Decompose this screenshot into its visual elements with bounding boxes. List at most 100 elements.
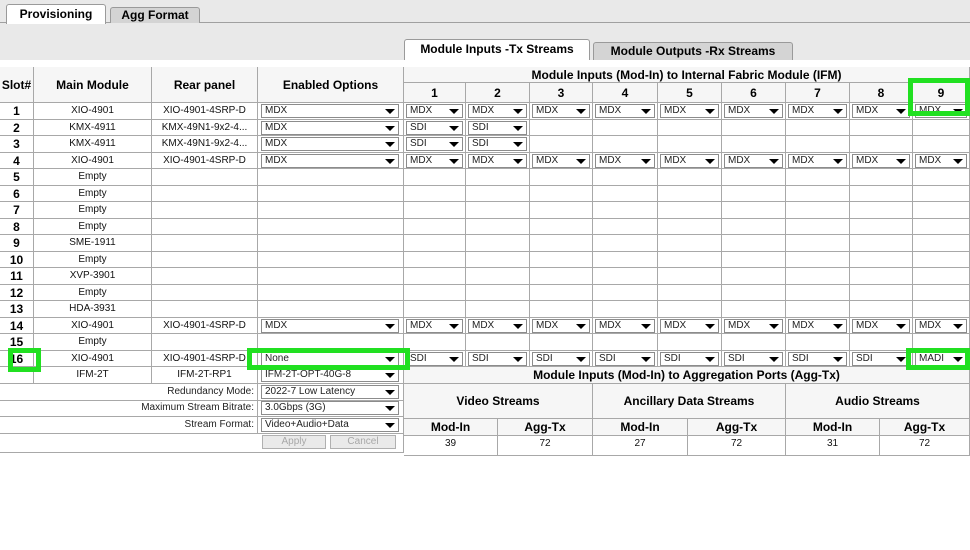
ifm-input-dropdown[interactable]: MDX <box>660 319 719 333</box>
ifm-input-dropdown[interactable]: MDX <box>915 319 967 333</box>
ifm-input-cell <box>722 334 786 351</box>
enabled-options-dropdown[interactable]: None <box>261 352 399 366</box>
ifm-input-dropdown[interactable]: MDX <box>852 319 910 333</box>
chevron-down-icon <box>385 159 395 164</box>
tab-module-outputs[interactable]: Module Outputs -Rx Streams <box>593 42 793 60</box>
ifm-input-dropdown-value: MDX <box>536 155 559 166</box>
ifm-input-dropdown[interactable]: MDX <box>660 154 719 168</box>
ifm-input-dropdown[interactable]: SDI <box>595 352 655 366</box>
ifm-input-dropdown[interactable]: MDX <box>532 319 590 333</box>
tab-agg-format[interactable]: Agg Format <box>110 7 200 23</box>
ifm-input-dropdown[interactable]: MDX <box>595 319 655 333</box>
ifm-input-dropdown[interactable]: SDI <box>406 137 463 151</box>
ifm-input-dropdown[interactable]: MDX <box>915 104 967 118</box>
agg-title: Module Inputs (Mod-In) to Aggregation Po… <box>404 367 970 384</box>
apply-button[interactable]: Apply <box>262 435 326 449</box>
slot-number: 5 <box>0 169 34 186</box>
agg-tx-value: 72 <box>688 436 786 456</box>
ifm-input-cell <box>786 334 850 351</box>
ifm-input-cell <box>722 301 786 318</box>
ifm-input-dropdown[interactable]: MDX <box>406 154 463 168</box>
ifm-input-cell <box>850 285 913 301</box>
ifm-input-dropdown[interactable]: SDI <box>788 352 847 366</box>
ifm-input-dropdown[interactable]: MDX <box>406 319 463 333</box>
chevron-down-icon <box>385 142 395 147</box>
ifm-input-cell <box>466 186 530 202</box>
ifm-input-dropdown[interactable]: MDX <box>660 104 719 118</box>
ifm-input-dropdown[interactable]: SDI <box>468 121 527 135</box>
chevron-down-icon <box>769 324 779 329</box>
ifm-input-cell <box>722 268 786 285</box>
slot-header: Slot# <box>0 67 34 103</box>
enabled-options-dropdown[interactable]: MDX <box>261 319 399 333</box>
ifm-input-dropdown[interactable]: SDI <box>852 352 910 366</box>
ifm-input-dropdown[interactable]: MDX <box>915 154 967 168</box>
enabled-options-dropdown[interactable]: MDX <box>261 104 399 118</box>
ifm-input-dropdown[interactable]: MDX <box>468 154 527 168</box>
ifm-input-dropdown[interactable]: MDX <box>788 319 847 333</box>
ifm-input-dropdown[interactable]: MDX <box>406 104 463 118</box>
ifm-input-dropdown-value: SDI <box>410 122 427 133</box>
rear-panel-cell <box>152 268 258 285</box>
enabled-options-dropdown[interactable]: IFM-2T-OPT-40G-8 <box>261 368 399 382</box>
ifm-input-cell <box>786 186 850 202</box>
ifm-input-dropdown[interactable]: MDX <box>595 154 655 168</box>
ifm-input-dropdown[interactable]: MDX <box>724 319 783 333</box>
chevron-down-icon <box>769 159 779 164</box>
rear-panel-cell <box>152 301 258 318</box>
ifm-input-dropdown[interactable]: SDI <box>468 352 527 366</box>
ifm-input-dropdown[interactable]: MDX <box>595 104 655 118</box>
ifm-input-cell <box>466 235 530 252</box>
main-module-cell: XIO-4901 <box>34 351 152 367</box>
ifm-input-dropdown[interactable]: MDX <box>532 154 590 168</box>
enabled-options-dropdown[interactable]: MDX <box>261 121 399 135</box>
ifm-input-dropdown[interactable]: MDX <box>724 104 783 118</box>
ifm-input-dropdown[interactable]: MDX <box>788 104 847 118</box>
ifm-input-dropdown[interactable]: MDX <box>468 319 527 333</box>
enabled-options-dropdown-value: IFM-2T-OPT-40G-8 <box>265 369 352 380</box>
ifm-input-cell <box>913 169 970 186</box>
ifm-input-cell <box>850 202 913 219</box>
ifm-input-dropdown[interactable]: MDX <box>788 154 847 168</box>
max-stream-bitrate-dropdown-value: 3.0Gbps (3G) <box>265 402 326 413</box>
ifm-input-cell <box>913 136 970 153</box>
ifm-input-cell <box>404 268 466 285</box>
ifm-input-dropdown[interactable]: SDI <box>406 121 463 135</box>
ifm-input-cell <box>593 136 658 153</box>
ifm-input-dropdown[interactable]: MDX <box>468 104 527 118</box>
main-module-cell: Empty <box>34 285 152 301</box>
rear-panel-cell <box>152 334 258 351</box>
tab-module-inputs[interactable]: Module Inputs -Tx Streams <box>404 39 590 60</box>
stream-format-dropdown[interactable]: Video+Audio+Data <box>261 418 399 432</box>
ifm-input-dropdown[interactable]: MADI <box>915 352 967 366</box>
ifm-input-dropdown[interactable]: SDI <box>406 352 463 366</box>
rear-panel-cell <box>152 235 258 252</box>
ifm-input-cell <box>786 219 850 235</box>
chevron-down-icon <box>896 159 906 164</box>
ifm-input-dropdown[interactable]: SDI <box>724 352 783 366</box>
tab-provisioning[interactable]: Provisioning <box>6 4 106 24</box>
ifm-input-dropdown[interactable]: MDX <box>724 154 783 168</box>
cancel-button[interactable]: Cancel <box>330 435 396 449</box>
enabled-options-cell <box>258 219 404 235</box>
slot-number: 15 <box>0 334 34 351</box>
redundancy-mode-dropdown[interactable]: 2022-7 Low Latency <box>261 385 399 399</box>
ifm-col-header: 1 <box>404 83 466 103</box>
ifm-input-dropdown[interactable]: SDI <box>660 352 719 366</box>
chevron-down-icon <box>833 357 843 362</box>
enabled-options-dropdown[interactable]: MDX <box>261 154 399 168</box>
rear-panel-cell <box>152 252 258 268</box>
ifm-input-cell <box>658 202 722 219</box>
ifm-input-dropdown[interactable]: SDI <box>532 352 590 366</box>
ifm-input-dropdown[interactable]: MDX <box>852 104 910 118</box>
chevron-down-icon <box>449 142 459 147</box>
ifm-input-dropdown[interactable]: MDX <box>532 104 590 118</box>
rear-panel-cell: XIO-4901-4SRP-D <box>152 103 258 120</box>
ifm-col-header: 2 <box>466 83 530 103</box>
main-module-cell: Empty <box>34 334 152 351</box>
ifm-input-dropdown[interactable]: SDI <box>468 137 527 151</box>
max-stream-bitrate-dropdown[interactable]: 3.0Gbps (3G) <box>261 401 399 415</box>
ifm-input-dropdown[interactable]: MDX <box>852 154 910 168</box>
main-module-cell: IFM-2T <box>34 367 152 384</box>
enabled-options-dropdown[interactable]: MDX <box>261 137 399 151</box>
